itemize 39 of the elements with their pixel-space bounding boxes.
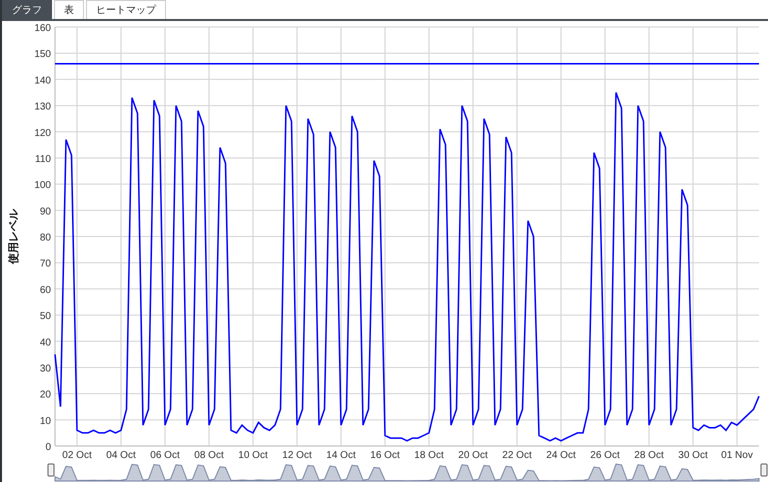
x-tick-label: 12 Oct xyxy=(282,450,312,461)
x-tick-label: 24 Oct xyxy=(546,450,576,461)
x-tick-label: 14 Oct xyxy=(326,450,356,461)
range-handle-icon[interactable] xyxy=(760,464,768,476)
y-tick-label: 150 xyxy=(34,49,51,60)
y-tick-label: 60 xyxy=(40,284,51,296)
x-tick-label: 16 Oct xyxy=(370,450,400,461)
x-tick-label: 22 Oct xyxy=(502,450,532,461)
y-tick-label: 120 xyxy=(34,128,51,139)
tab[interactable]: 表 xyxy=(54,0,84,19)
y-tick-label: 50 xyxy=(40,311,51,322)
y-tick-label: 130 xyxy=(34,102,51,113)
y-tick-label: 140 xyxy=(34,75,51,86)
x-tick-label: 10 Oct xyxy=(238,450,268,461)
y-tick-label: 30 xyxy=(40,363,51,374)
x-tick-label: 06 Oct xyxy=(150,450,180,461)
x-tick-label: 18 Oct xyxy=(414,450,444,461)
x-tick-label: 20 Oct xyxy=(458,450,488,461)
range-handle-icon[interactable] xyxy=(48,464,54,476)
x-tick-label: 02 Oct xyxy=(62,450,92,461)
x-tick-label: 01 Nov xyxy=(721,450,753,461)
x-tick-label: 08 Oct xyxy=(194,450,224,461)
y-tick-label: 0 xyxy=(45,442,51,453)
tab[interactable]: グラフ xyxy=(2,0,52,19)
y-tick-label: 70 xyxy=(40,258,51,270)
x-tick-label: 04 Oct xyxy=(106,450,136,461)
x-tick-label: 26 Oct xyxy=(590,450,620,461)
y-tick-label: 100 xyxy=(34,180,51,192)
x-tick-label: 30 Oct xyxy=(678,450,708,461)
y-tick-label: 10 xyxy=(40,416,51,427)
tab[interactable]: ヒートマップ xyxy=(86,0,166,19)
y-axis-title: 使用レベル xyxy=(7,209,20,264)
y-tick-label: 160 xyxy=(34,23,51,34)
y-tick-label: 80 xyxy=(40,232,51,244)
y-tick-label: 20 xyxy=(40,390,51,401)
y-tick-label: 40 xyxy=(40,337,51,348)
y-tick-label: 90 xyxy=(40,206,51,218)
y-tick-label: 110 xyxy=(35,154,51,165)
x-tick-label: 28 Oct xyxy=(634,450,664,461)
